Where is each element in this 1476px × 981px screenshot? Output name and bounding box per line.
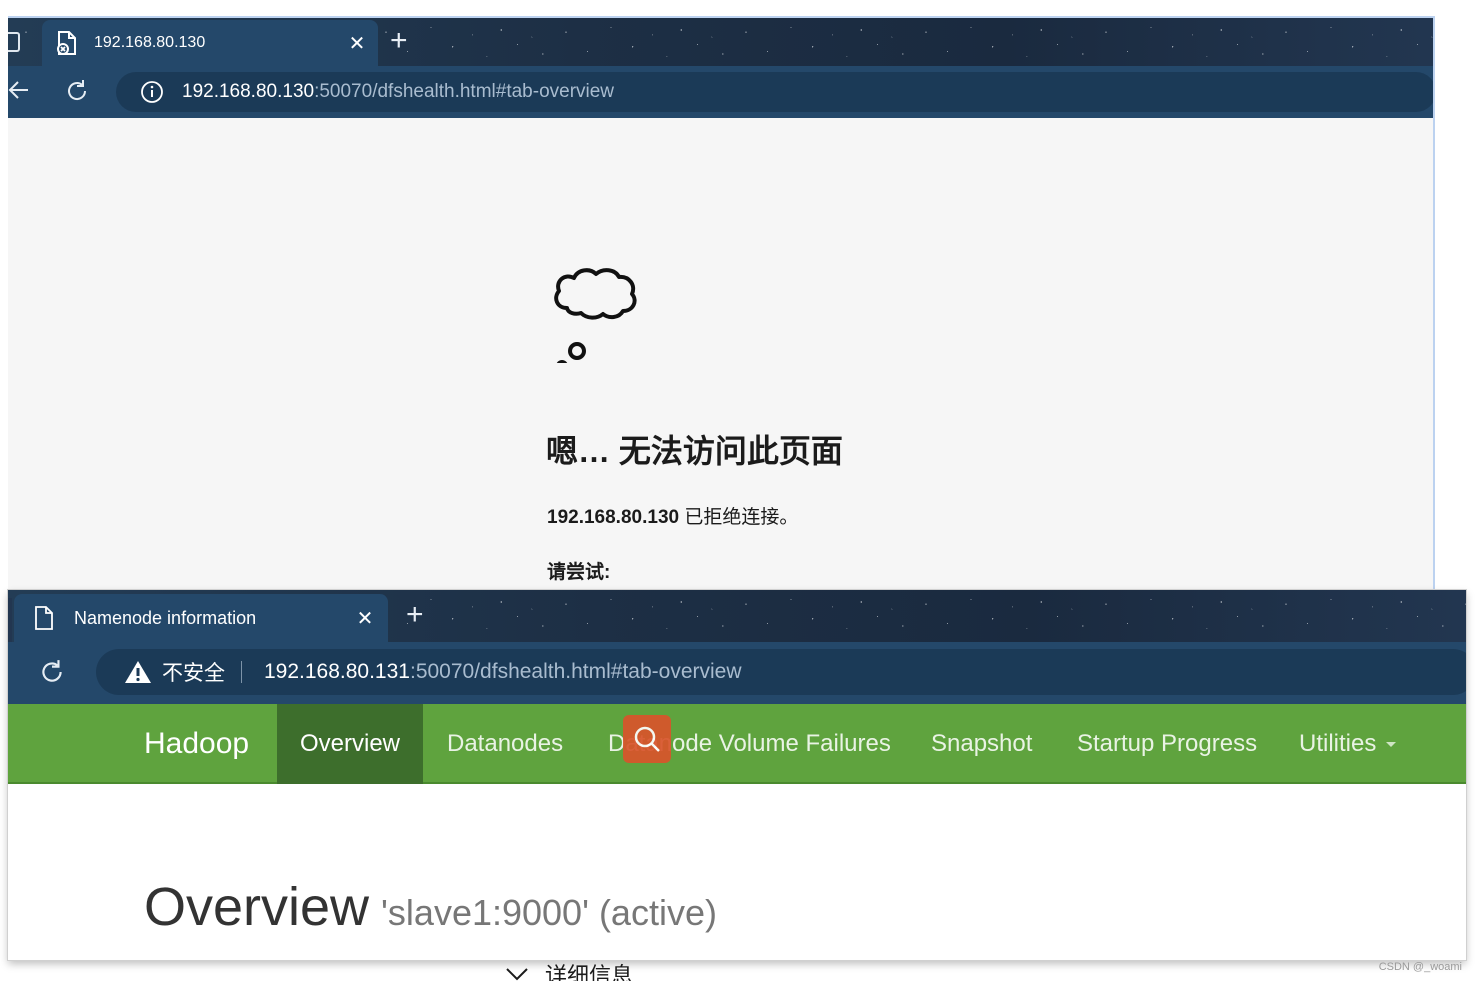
site-info-icon[interactable] [140, 80, 164, 104]
warning-icon[interactable] [124, 659, 152, 685]
browser-window-error: 192.168.80.130 ✕ + 192.168.80.130:50070/… [8, 16, 1435, 590]
browser-window-hadoop: Namenode information ✕ + 不安全 192.168.80.… [8, 590, 1466, 960]
address-host: 192.168.80.131 [264, 660, 410, 683]
nav-utilities[interactable]: Utilities [1299, 704, 1397, 784]
screenshot-stage: 192.168.80.130 ✕ + 192.168.80.130:50070/… [0, 0, 1476, 981]
security-label[interactable]: 不安全 [162, 657, 225, 687]
address-bar[interactable]: 不安全 192.168.80.131:50070/dfshealth.html#… [96, 649, 1466, 695]
nav-utilities-label: Utilities [1299, 730, 1377, 757]
details-label: 详细信息 [545, 963, 634, 981]
refresh-icon[interactable] [64, 78, 90, 109]
watermark: CSDN @_woami [1378, 961, 1462, 973]
chevron-down-icon [505, 967, 529, 981]
tab-close-icon[interactable]: ✕ [354, 606, 376, 631]
refresh-icon[interactable] [38, 658, 66, 691]
overview-heading: Overview 'slave1:9000' (active) [144, 876, 717, 938]
back-arrow-icon[interactable] [8, 78, 30, 107]
tab-namenode[interactable]: Namenode information ✕ [14, 594, 388, 642]
tab-title: 192.168.80.130 [94, 34, 206, 51]
address-host: 192.168.80.130 [182, 81, 315, 102]
error-text: 已拒绝连接。 [679, 507, 799, 528]
address-bar[interactable]: 192.168.80.130:50070/dfshealth.html#tab-… [116, 72, 1433, 112]
overview-subtitle: 'slave1:9000' (active) [381, 892, 717, 933]
tab-strip: 192.168.80.130 ✕ + [8, 18, 1433, 66]
page-error-icon [56, 31, 80, 55]
try-label: 请尝试: [547, 562, 611, 583]
search-icon[interactable] [623, 715, 671, 763]
overview-title: Overview [144, 877, 370, 937]
nav-overview[interactable]: Overview [277, 704, 423, 784]
address-path: :50070/dfshealth.html#tab-overview [314, 81, 615, 102]
tab-title: Namenode information [74, 607, 257, 628]
tab-strip-2: Namenode information ✕ + [8, 590, 1466, 642]
tab-error-page[interactable]: 192.168.80.130 ✕ [42, 20, 378, 66]
thought-cloud-icon [545, 253, 655, 372]
error-host: 192.168.80.130 [547, 507, 680, 528]
browser-toolbar: 192.168.80.130:50070/dfshealth.html#tab-… [8, 66, 1433, 118]
browser-toolbar-2: 不安全 192.168.80.131:50070/dfshealth.html#… [8, 642, 1466, 704]
nav-startup-progress[interactable]: Startup Progress [1077, 704, 1257, 784]
hadoop-brand[interactable]: Hadoop [144, 704, 249, 784]
tab-close-icon[interactable]: ✕ [346, 31, 368, 56]
nav-snapshot[interactable]: Snapshot [931, 704, 1032, 784]
caret-down-icon [1386, 742, 1397, 748]
address-divider [241, 661, 242, 683]
hadoop-navbar: Hadoop Overview Datanodes Datanode Volum… [8, 704, 1466, 784]
new-tab-icon[interactable]: + [406, 600, 424, 630]
new-tab-icon[interactable]: + [390, 26, 408, 56]
nav-datanodes[interactable]: Datanodes [447, 704, 563, 784]
details-toggle[interactable]: 详细信息 [505, 958, 633, 981]
error-message: 192.168.80.130 已拒绝连接。 [547, 502, 798, 529]
error-title: 嗯… 无法访问此页面 [546, 433, 843, 469]
tab-actions-icon[interactable] [8, 32, 20, 52]
page-icon [34, 606, 56, 630]
address-path: :50070/dfshealth.html#tab-overview [409, 660, 742, 683]
